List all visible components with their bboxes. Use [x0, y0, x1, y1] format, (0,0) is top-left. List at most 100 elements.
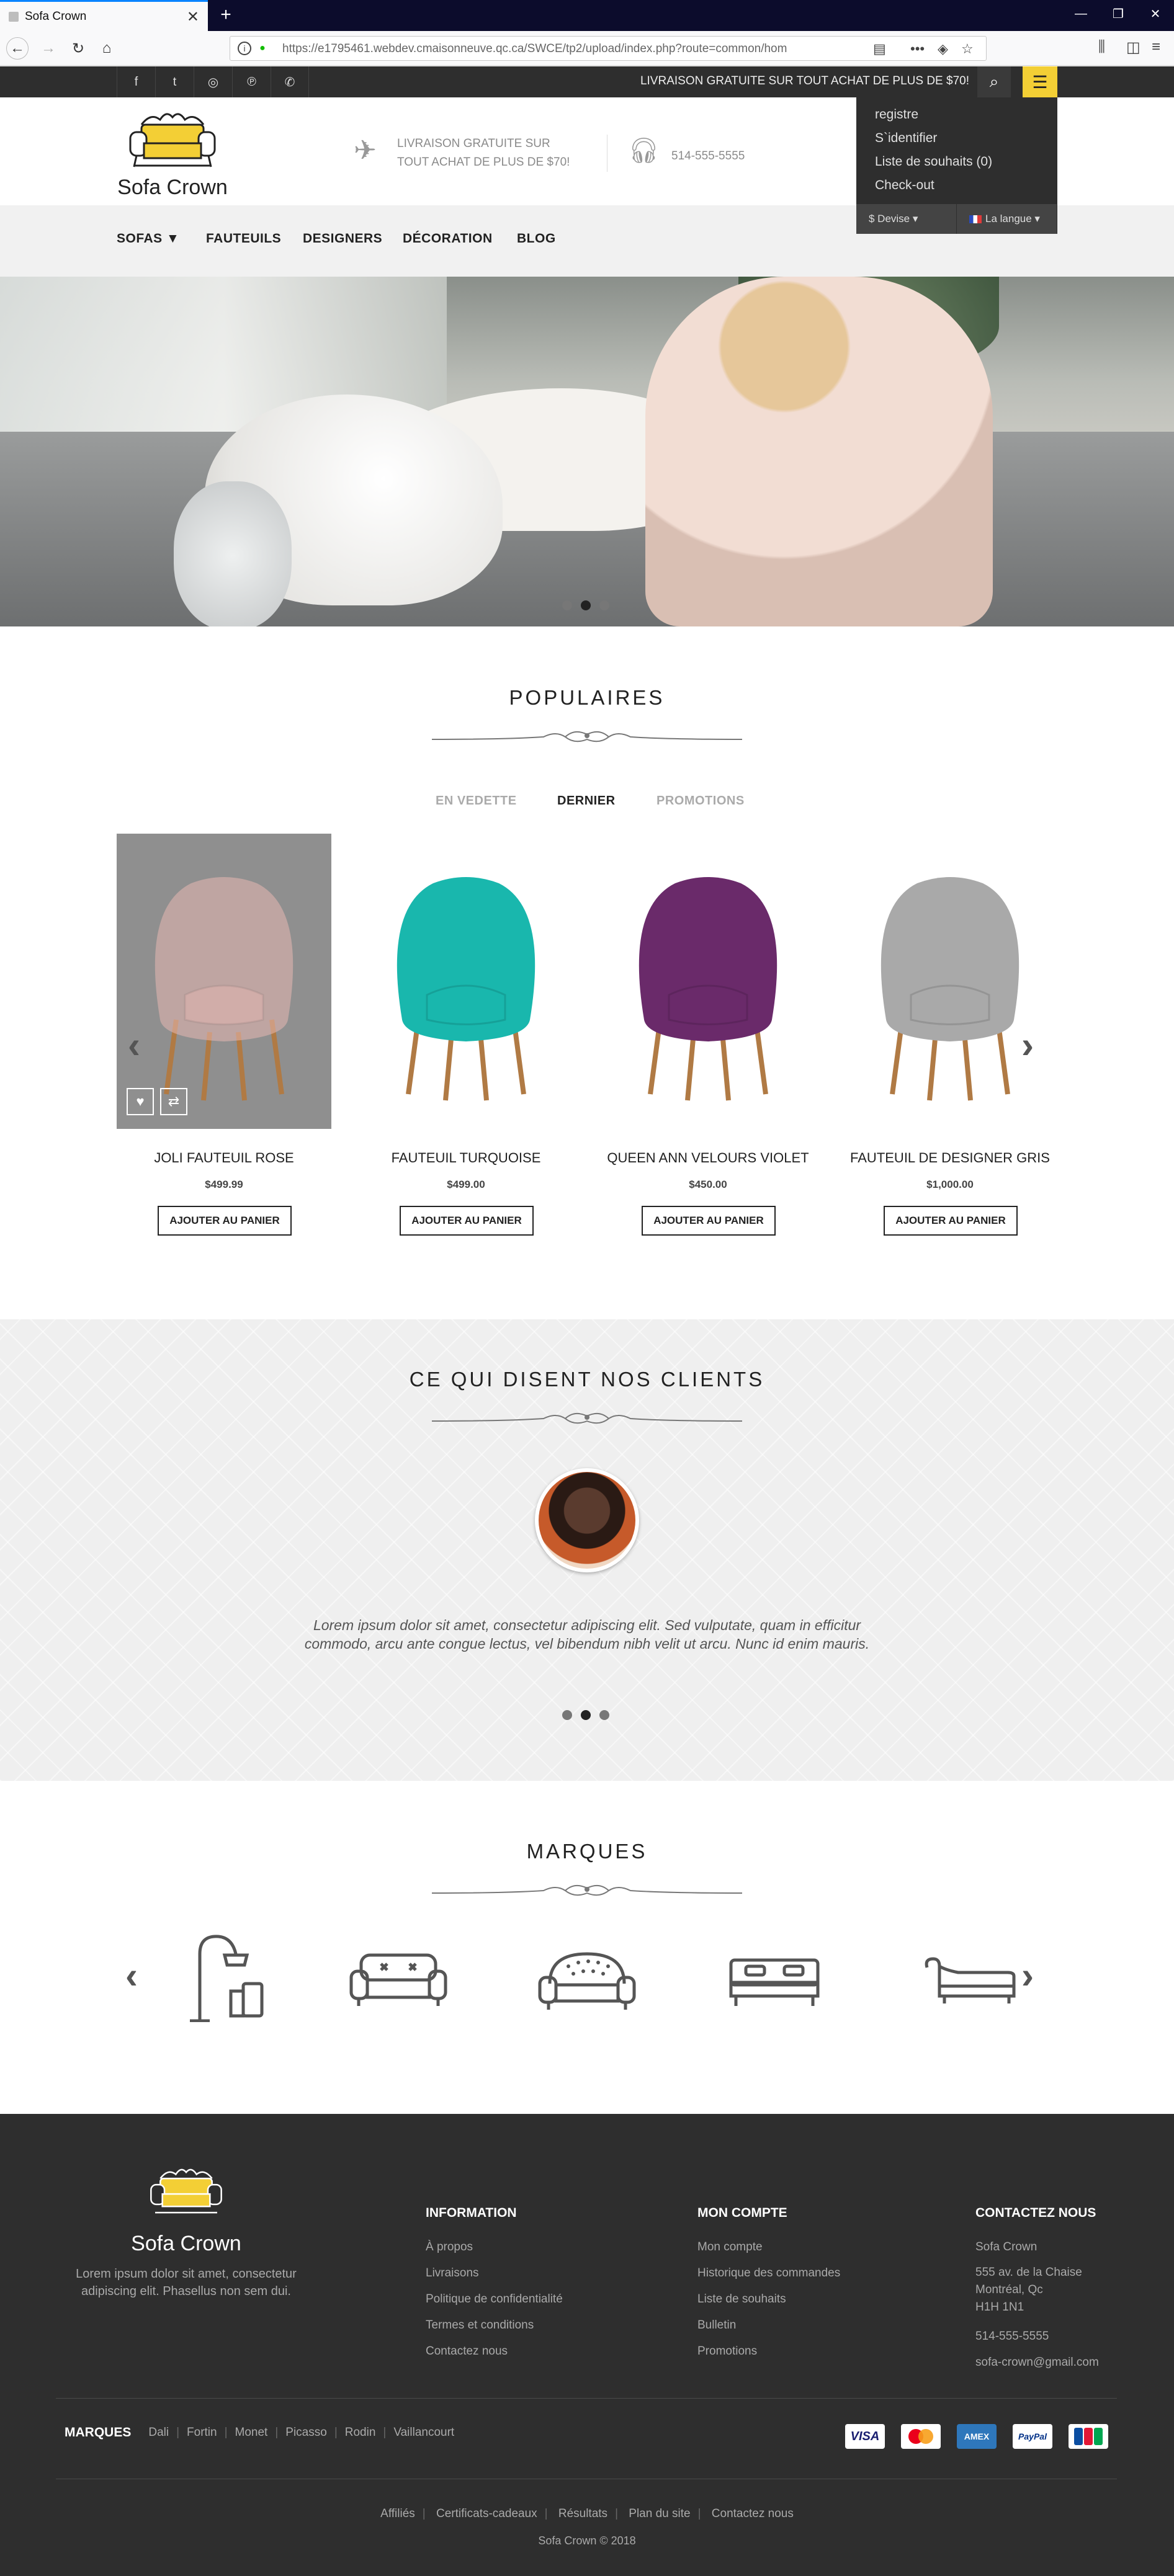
pinterest-icon[interactable]: ℗ — [232, 66, 271, 97]
hero-slider[interactable] — [0, 277, 1174, 626]
url-text[interactable]: https://e1795461.webdev.cmaisonneuve.qc.… — [282, 42, 909, 56]
slider-dot[interactable] — [562, 600, 572, 610]
product-image[interactable]: ♥ ⇄ — [117, 834, 331, 1129]
chaise-longue-icon[interactable] — [915, 1929, 1026, 2022]
new-tab-icon[interactable]: + — [213, 2, 238, 27]
currency-dropdown[interactable]: $ Devise ▾ — [856, 204, 957, 234]
footer-link[interactable]: Termes et conditions — [426, 2312, 563, 2338]
forward-icon[interactable]: → — [37, 37, 60, 60]
add-to-cart-button[interactable]: AJOUTER AU PANIER — [884, 1206, 1018, 1236]
nav-item-decoration[interactable]: DÉCORATION — [403, 231, 493, 246]
footer-link[interactable]: Livraisons — [426, 2260, 563, 2286]
headset-icon: 🎧︎ — [628, 137, 660, 164]
pocket-icon[interactable]: ◈ — [938, 41, 948, 57]
add-to-cart-button[interactable]: AJOUTER AU PANIER — [642, 1206, 776, 1236]
wishlist-link[interactable]: Liste de souhaits (0) — [875, 154, 992, 169]
slider-dot[interactable] — [599, 1710, 609, 1720]
nav-item-designers[interactable]: DESIGNERS — [303, 231, 382, 246]
close-tab-icon[interactable]: ✕ — [187, 8, 199, 26]
footer-link[interactable]: Mon compte — [697, 2234, 840, 2260]
brand-link[interactable]: Rodin — [345, 2426, 376, 2440]
nav-item-fauteuils[interactable]: FAUTEUILS — [206, 231, 281, 246]
product-image[interactable] — [359, 834, 573, 1129]
brand-link[interactable]: Vaillancourt — [393, 2426, 454, 2440]
footer-link[interactable]: Promotions — [697, 2338, 840, 2364]
brand-link[interactable]: Dali — [148, 2426, 169, 2440]
footer-link[interactable]: Contactez nous — [426, 2338, 563, 2364]
menu-icon[interactable]: ≡ — [1152, 38, 1160, 56]
login-link[interactable]: S`identifier — [875, 131, 937, 146]
slider-dot[interactable] — [599, 600, 609, 610]
product-card[interactable]: QUEEN ANN VELOURS VIOLET $450.00 AJOUTER A… — [601, 834, 815, 1243]
url-bar[interactable]: i ● https://e1795461.webdev.cmaisonneuve… — [230, 36, 987, 61]
bookmark-star-icon[interactable]: ☆ — [961, 41, 974, 57]
product-name[interactable]: FAUTEUIL DE DESIGNER GRIS — [843, 1150, 1057, 1166]
carousel-next-icon[interactable]: › — [1021, 1023, 1034, 1066]
close-window-icon[interactable]: ✕ — [1137, 0, 1174, 27]
footer-link[interactable]: Politique de confidentialité — [426, 2286, 563, 2312]
brand-link[interactable]: Fortin — [187, 2426, 217, 2440]
carousel-prev-icon[interactable]: ‹ — [128, 1023, 140, 1066]
minimize-icon[interactable]: — — [1062, 0, 1100, 27]
sidebar-icon[interactable]: ◫ — [1126, 38, 1140, 56]
restore-icon[interactable]: ❐ — [1100, 0, 1137, 27]
add-to-cart-button[interactable]: AJOUTER AU PANIER — [400, 1206, 534, 1236]
twitter-icon[interactable]: t — [155, 66, 194, 97]
product-name[interactable]: JOLI FAUTEUIL ROSE — [117, 1150, 331, 1166]
whatsapp-icon[interactable]: ✆ — [271, 66, 309, 97]
page-actions-icon[interactable]: ••• — [910, 41, 925, 57]
brand-link[interactable]: Monet — [235, 2426, 268, 2440]
phone-number[interactable]: 514-555-5555 — [671, 147, 745, 166]
lamp-chair-icon[interactable] — [163, 1929, 274, 2023]
product-name[interactable]: FAUTEUIL TURQUOISE — [359, 1150, 573, 1166]
brand-link[interactable]: Picasso — [285, 2426, 327, 2440]
info-icon[interactable]: i — [238, 42, 251, 55]
footer-link[interactable]: Bulletin — [697, 2312, 840, 2338]
logo[interactable]: Sofa Crown — [117, 106, 228, 199]
slider-dot-active[interactable] — [581, 600, 591, 610]
product-image[interactable] — [843, 834, 1057, 1129]
bed-icon[interactable] — [719, 1929, 830, 2022]
add-to-cart-button[interactable]: AJOUTER AU PANIER — [158, 1206, 292, 1236]
browser-tab[interactable]: Sofa Crown ✕ — [0, 0, 208, 31]
bottom-link[interactable]: Certificats-cadeaux — [436, 2507, 537, 2520]
bottom-link[interactable]: Contactez nous — [712, 2507, 794, 2520]
hamburger-menu-icon[interactable]: ☰ — [1023, 66, 1057, 97]
contact-phone[interactable]: 514-555-5555 — [975, 2324, 1099, 2350]
brands-prev-icon[interactable]: ‹ — [125, 1954, 138, 1997]
footer-account: MON COMPTE Mon compte Historique des com… — [697, 2206, 840, 2364]
reader-view-icon[interactable]: ▤ — [873, 41, 886, 57]
search-icon[interactable]: ⌕ — [977, 66, 1011, 97]
register-link[interactable]: registre — [875, 107, 918, 122]
loveseat-icon[interactable] — [531, 1929, 643, 2022]
home-icon[interactable]: ⌂ — [96, 37, 118, 60]
facebook-icon[interactable]: f — [117, 66, 155, 97]
tab-promotions[interactable]: PROMOTIONS — [656, 794, 745, 808]
tab-en-vedette[interactable]: EN VEDETTE — [436, 794, 517, 808]
tab-dernier[interactable]: DERNIER — [557, 794, 616, 808]
footer-link[interactable]: Historique des commandes — [697, 2260, 840, 2286]
product-image[interactable] — [601, 834, 815, 1129]
contact-email[interactable]: sofa-crown@gmail.com — [975, 2350, 1099, 2376]
bottom-link[interactable]: Plan du site — [629, 2507, 690, 2520]
bottom-link[interactable]: Résultats — [558, 2507, 607, 2520]
back-icon[interactable]: ← — [6, 37, 29, 60]
wishlist-heart-icon[interactable]: ♥ — [127, 1088, 154, 1115]
instagram-icon[interactable]: ◎ — [194, 66, 232, 97]
checkout-link[interactable]: Check-out — [875, 178, 934, 193]
slider-dot[interactable] — [562, 1710, 572, 1720]
product-name[interactable]: QUEEN ANN VELOURS VIOLET — [601, 1150, 815, 1166]
footer-link[interactable]: À propos — [426, 2234, 563, 2260]
nav-item-sofas[interactable]: SOFAS ▼ — [117, 231, 179, 246]
slider-dot-active[interactable] — [581, 1710, 591, 1720]
nav-item-blog[interactable]: BLOG — [517, 231, 556, 246]
product-card[interactable]: FAUTEUIL TURQUOISE $499.00 AJOUTER AU PANI… — [359, 834, 573, 1243]
sofa-icon[interactable] — [343, 1929, 454, 2022]
footer-link[interactable]: Liste de souhaits — [697, 2286, 840, 2312]
compare-icon[interactable]: ⇄ — [160, 1088, 187, 1115]
language-dropdown[interactable]: La langue ▾ — [957, 204, 1057, 234]
library-icon[interactable]: ⫼ — [1098, 38, 1105, 56]
reload-icon[interactable]: ↻ — [67, 37, 89, 60]
bottom-link[interactable]: Affiliés — [380, 2507, 415, 2520]
product-card[interactable]: ♥ ⇄ JOLI FAUTEUIL ROSE $499.99 AJOUTER AU PA… — [117, 834, 331, 1243]
